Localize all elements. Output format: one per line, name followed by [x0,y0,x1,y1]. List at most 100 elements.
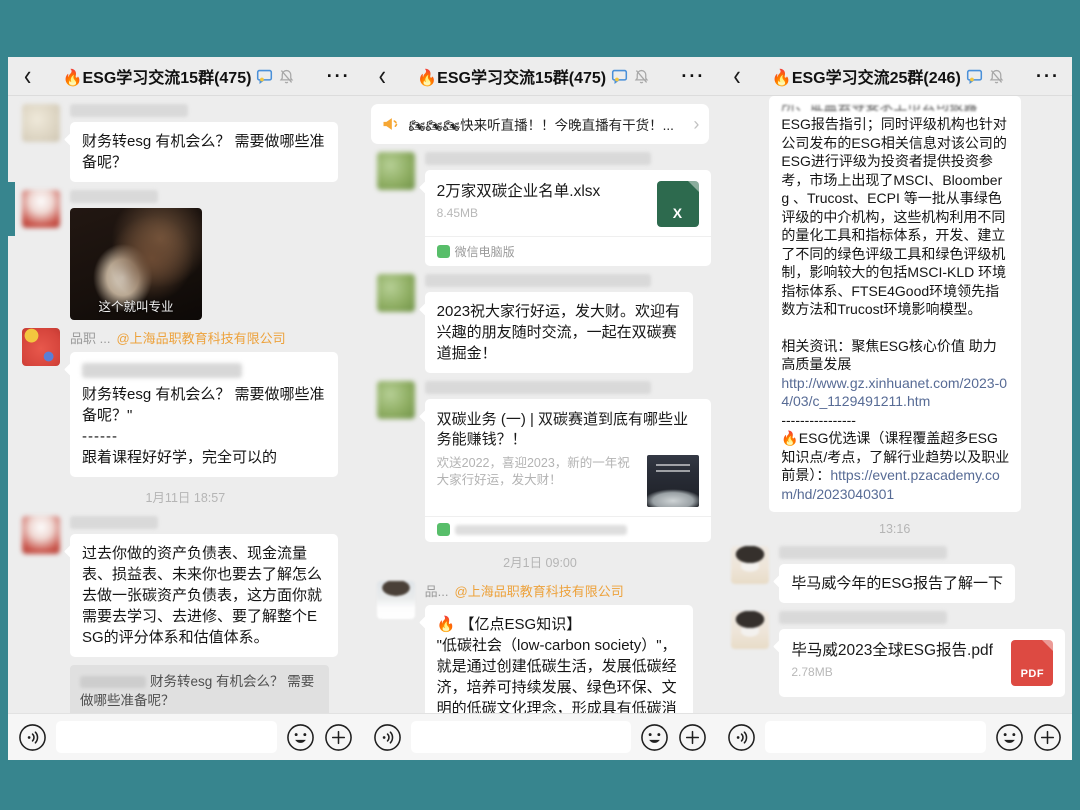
message-row: 双碳业务 (一) | 双碳赛道到底有哪些业务能赚钱？！ 欢送2022，喜迎202… [363,381,718,542]
emoji-icon[interactable] [995,723,1024,752]
message-row: 品... @上海品职教育科技有限公司 🔥 【亿点ESG知识】 "低碳社会（low… [363,581,718,713]
chevron-right-icon: › [693,114,699,135]
avatar[interactable] [22,190,60,228]
quoted-question: 财务转esg 有机会么？ 需要做哪些准备呢？" [82,386,325,424]
input-bar-1 [8,713,363,760]
file-name: 毕马威2023全球ESG报告.pdf [791,640,1001,661]
message-body: 双碳业务 (一) | 双碳赛道到底有哪些业务能赚钱？！ 欢送2022，喜迎202… [425,381,704,542]
message-input[interactable] [56,721,277,753]
message-row: 2023祝大家行好运，发大财。欢迎有兴趣的朋友随时交流，一起在双碳赛道掘金！ [363,274,718,373]
text-bubble[interactable]: 财务转esg 有机会么？ 需要做哪些准备呢？" ------ 跟着课程好好学，完… [70,352,338,477]
message-body: 财务转esg 有机会么？ 需要做哪些准备呢？ [70,104,349,182]
voice-icon[interactable] [727,723,756,752]
avatar[interactable] [22,104,60,142]
bell-muted-icon[interactable] [988,68,1005,85]
message-row: 品职 ... @上海品职教育科技有限公司 财务转esg 有机会么？ 需要做哪些准… [8,328,363,477]
excel-badge: X [673,205,683,221]
input-bar-3 [717,713,1072,760]
esg-rating-body: ESG报告指引；同时评级机构也针对公司发布的ESG相关信息对该公司的ESG进行评… [781,116,1007,317]
sender-name-row: 品职 ... @上海品职教育科技有限公司 [70,328,349,347]
more-menu-icon[interactable]: ··· [323,66,351,87]
text-bubble[interactable]: 财务转esg 有机会么？ 需要做哪些准备呢？ [70,122,338,182]
redacted-name [779,546,947,559]
video-caption: 这个就叫专业 [70,296,202,315]
group-chat-bubble-icon[interactable] [966,68,983,85]
text-bubble[interactable]: 🔥 【亿点ESG知识】 "低碳社会（low-carbon society）"，就… [425,605,693,713]
plus-icon[interactable] [324,723,353,752]
back-icon[interactable]: ‹ [375,62,390,91]
message-body: 这个就叫专业 [70,190,349,320]
bell-muted-icon[interactable] [633,68,650,85]
emoji-icon[interactable] [640,723,669,752]
plus-icon[interactable] [678,723,707,752]
article-link-card[interactable]: 双碳业务 (一) | 双碳赛道到底有哪些业务能赚钱？！ 欢送2022，喜迎202… [425,399,711,542]
redacted-name [425,274,651,287]
message-row: 这个就叫专业 [8,190,363,320]
file-size: 8.45MB [437,206,647,220]
message-body: 品... @上海品职教育科技有限公司 🔥 【亿点ESG知识】 "低碳社会（low… [425,581,704,713]
redacted-name [779,611,947,624]
avatar[interactable] [377,381,415,419]
emoji-icon[interactable] [286,723,315,752]
message-body: 毕马威今年的ESG报告了解一下 [779,546,1058,603]
header-title-group: 🔥ESG学习交流15群(475) [390,64,677,88]
file-source: 微信电脑版 [455,243,515,260]
avatar[interactable] [731,611,769,649]
message-list-2[interactable]: 🏍🏍🏍快来听直播！！今晚直播有干货！... › 2万家双碳企业名单.xlsx 8… [363,96,718,713]
text-bubble[interactable]: 过去你做的资产负债表、现金流量表、损益表、未来你也要去了解怎么去做一张碳资产负债… [70,534,338,657]
group-chat-bubble-icon[interactable] [611,68,628,85]
esg-knowledge-title: 🔥 【亿点ESG知识】 [437,616,582,633]
voice-icon[interactable] [18,723,47,752]
text-bubble[interactable]: 2023祝大家行好运，发大财。欢迎有兴趣的朋友随时交流，一起在双碳赛道掘金！ [425,292,693,373]
avatar[interactable] [731,546,769,584]
text-bubble[interactable]: 毕马威今年的ESG报告了解一下 [779,564,1015,603]
background-artifact-strip [8,182,15,236]
bell-muted-icon[interactable] [278,68,295,85]
message-body: 所、证监会等要求上市公司披露 ESG报告指引；同时评级机构也针对公司发布的ESG… [769,96,1058,512]
clipped-first-line: 所、证监会等要求上市公司披露 [781,105,1009,115]
input-bar-2 [363,713,718,760]
video-thumbnail[interactable]: 这个就叫专业 [70,208,202,320]
redacted-name [70,190,158,203]
esg-knowledge-body: "低碳社会（low-carbon society）"，就是通过创建低碳生活，发展… [437,637,677,713]
redacted-name [425,381,651,394]
chat-collage-board: ‹ 🔥ESG学习交流15群(475) ··· [8,57,1072,760]
chat-header-1: ‹ 🔥ESG学习交流15群(475) ··· [8,57,363,96]
avatar[interactable] [22,516,60,554]
back-icon[interactable]: ‹ [20,62,35,91]
message-list-1[interactable]: 财务转esg 有机会么？ 需要做哪些准备呢？ 这个就叫专业 品职 . [8,96,363,713]
message-input[interactable] [411,721,632,753]
message-row: 过去你做的资产负债表、现金流量表、损益表、未来你也要去了解怎么去做一张碳资产负债… [8,516,363,657]
redacted-name [425,152,651,165]
article-thumbnail [647,455,699,507]
message-body: 2万家双碳企业名单.xlsx 8.45MB X 微信电脑版 [425,152,704,266]
live-announcement-banner[interactable]: 🏍🏍🏍快来听直播！！今晚直播有干货！... › [371,104,710,144]
redacted-name [80,676,146,688]
redacted-name [70,516,158,529]
avatar[interactable] [377,274,415,312]
redacted-source [455,525,627,535]
message-list-3[interactable]: 所、证监会等要求上市公司披露 ESG报告指引；同时评级机构也针对公司发布的ESG… [717,96,1072,713]
news-link[interactable]: http://www.gz.xinhuanet.com/2023-04/03/c… [781,375,1007,410]
back-icon[interactable]: ‹ [729,62,744,91]
long-text-bubble[interactable]: 所、证监会等要求上市公司披露 ESG报告指引；同时评级机构也针对公司发布的ESG… [769,96,1021,512]
file-card-pdf[interactable]: 毕马威2023全球ESG报告.pdf 2.78MB PDF [779,629,1065,697]
sender-org-tag: @上海品职教育科技有限公司 [116,328,285,347]
chat-header-3: ‹ 🔥ESG学习交流25群(246) ··· [717,57,1072,96]
avatar[interactable] [377,152,415,190]
chat-title: 🔥ESG学习交流15群(475) [63,64,252,88]
sender-name: 品职 ... [70,328,110,347]
avatar[interactable] [377,581,415,619]
avatar-pinzhi[interactable] [22,328,60,366]
chat-panel-1: ‹ 🔥ESG学习交流15群(475) ··· [8,57,363,760]
group-chat-bubble-icon[interactable] [256,68,273,85]
plus-icon[interactable] [1033,723,1062,752]
more-menu-icon[interactable]: ··· [677,66,705,87]
message-body: 2023祝大家行好运，发大财。欢迎有兴趣的朋友随时交流，一起在双碳赛道掘金！ [425,274,704,373]
chat-panel-2: ‹ 🔥ESG学习交流15群(475) ··· [363,57,718,760]
file-card-xlsx[interactable]: 2万家双碳企业名单.xlsx 8.45MB X 微信电脑版 [425,170,711,266]
voice-icon[interactable] [373,723,402,752]
quoted-message-box[interactable]: 财务转esg 有机会么？ 需要做哪些准备呢？ [70,665,329,713]
more-menu-icon[interactable]: ··· [1032,66,1060,87]
message-input[interactable] [765,721,986,753]
